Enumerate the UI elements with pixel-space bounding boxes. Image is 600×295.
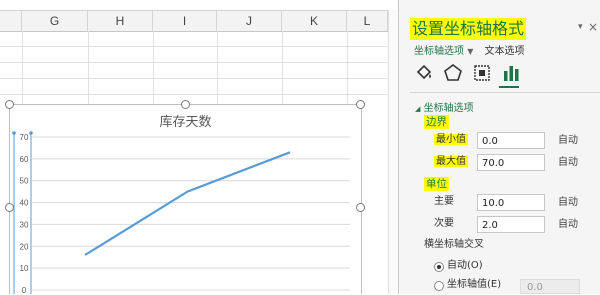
fill-line-icon[interactable]	[413, 62, 435, 84]
resize-handle[interactable]	[181, 100, 190, 109]
spreadsheet-grid[interactable]: G H I J K L 库存天数 010203040506070	[0, 0, 388, 294]
crosses-auto-radio[interactable]	[434, 262, 444, 272]
major-unit-input[interactable]: 10.0	[477, 194, 545, 211]
y-tick-label: 0	[22, 286, 27, 294]
minor-unit-label: 次要	[434, 217, 454, 231]
chart-area[interactable]: 库存天数 010203040506070	[9, 104, 362, 294]
y-tick-label: 40	[20, 199, 29, 208]
column-header-j[interactable]: J	[217, 11, 282, 31]
major-unit-label: 主要	[434, 195, 454, 209]
pane-tabs: 坐标轴选项 ▼ 文本选项	[414, 42, 525, 57]
y-tick-label: 10	[20, 264, 29, 273]
min-label-text: 最小值	[434, 134, 468, 145]
column-header-g[interactable]: G	[22, 11, 88, 31]
axis-options-bar-chart-icon[interactable]	[500, 62, 522, 84]
crosses-auto-label[interactable]: 自动(O)	[447, 259, 483, 273]
divider	[410, 92, 600, 93]
close-icon[interactable]: ×	[588, 20, 598, 34]
y-tick-label: 60	[20, 155, 29, 164]
column-header-prev[interactable]	[0, 11, 22, 31]
collapse-triangle-icon: ◢	[415, 105, 420, 113]
max-label-text: 最大值	[434, 156, 468, 167]
series-line[interactable]	[85, 152, 290, 255]
pane-options-dropdown-icon[interactable]: ▾	[578, 22, 583, 32]
chart-plot: 0 10 20 30 40 50 60 70	[10, 105, 361, 294]
axis-selection-handle[interactable]	[29, 131, 33, 135]
crosses-value-input[interactable]: 0.0	[520, 279, 580, 294]
crosses-heading: 横坐标轴交叉	[424, 238, 484, 252]
column-header-h[interactable]: H	[88, 11, 153, 31]
column-header-k[interactable]: K	[282, 11, 347, 31]
gridline	[0, 46, 388, 47]
units-heading: 单位	[424, 177, 449, 191]
max-auto-button[interactable]: 自动	[558, 156, 578, 170]
min-auto-button[interactable]: 自动	[558, 134, 578, 148]
major-auto-button[interactable]: 自动	[558, 196, 578, 210]
y-tick-label: 20	[20, 242, 29, 251]
minor-unit-input[interactable]: 2.0	[477, 216, 545, 233]
crosses-value-label[interactable]: 坐标轴值(E)	[447, 278, 501, 292]
y-tick-label: 30	[20, 220, 29, 229]
resize-handle[interactable]	[5, 100, 14, 109]
pane-title: 设置坐标轴格式	[410, 18, 526, 40]
tab-text-options[interactable]: 文本选项	[485, 46, 525, 57]
resize-handle[interactable]	[5, 203, 14, 212]
max-bound-input[interactable]: 70.0	[477, 154, 545, 171]
section-axis-options[interactable]: ◢ 坐标轴选项	[415, 99, 474, 114]
active-icon-indicator	[499, 86, 519, 88]
size-properties-icon[interactable]	[471, 62, 493, 84]
gridline	[0, 78, 388, 79]
tab-axis-options[interactable]: 坐标轴选项	[414, 46, 464, 57]
y-tick-label: 70	[20, 133, 29, 142]
section-axis-options-label: 坐标轴选项	[424, 103, 474, 114]
axis-selection-handle[interactable]	[12, 131, 16, 135]
column-header-i[interactable]: I	[153, 11, 217, 31]
bounds-heading: 边界	[424, 115, 449, 129]
min-bound-input[interactable]: 0.0	[477, 132, 545, 149]
gridline	[0, 94, 388, 95]
max-label: 最大值	[434, 155, 468, 169]
gridline	[0, 62, 388, 63]
resize-handle[interactable]	[356, 203, 365, 212]
y-tick-label: 50	[20, 177, 29, 186]
min-label: 最小值	[434, 133, 468, 147]
crosses-value-radio[interactable]	[434, 281, 444, 291]
effects-pentagon-icon[interactable]	[442, 62, 464, 84]
column-header-l[interactable]: L	[347, 11, 388, 31]
resize-handle[interactable]	[356, 100, 365, 109]
chevron-down-icon[interactable]: ▼	[467, 47, 473, 56]
column-header-bar: G H I J K L	[0, 10, 388, 32]
minor-auto-button[interactable]: 自动	[558, 218, 578, 232]
